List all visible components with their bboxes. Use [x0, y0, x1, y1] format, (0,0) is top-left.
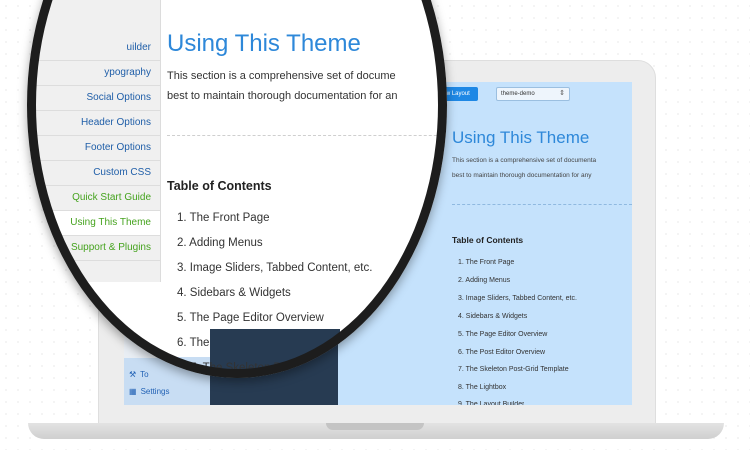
preview-toc-item[interactable]: 2. Adding Menus — [458, 277, 510, 284]
preview-toc-item[interactable]: 8. The Lightbox — [458, 384, 506, 391]
preview-toc-item[interactable]: 6. The Post Editor Overview — [458, 349, 545, 356]
chevron-updown-icon: ⇕ — [559, 90, 565, 97]
preview-toc-item[interactable]: 7. The Skeleton Post-Grid Template — [458, 366, 569, 373]
preview-page-title: Using This Theme — [452, 128, 590, 147]
tools-icon: ⚒ — [127, 365, 135, 374]
preview-intro-line-1: This section is a comprehensive set of d… — [452, 157, 597, 164]
laptop-notch — [326, 423, 424, 430]
preview-toc-item[interactable]: 9. The Layout Builder — [458, 401, 524, 405]
settings-icon: ▦ — [129, 387, 137, 396]
preview-toc-item[interactable]: 5. The Page Editor Overview — [458, 331, 547, 338]
sidebar-link-settings[interactable]: ▦ Settings — [129, 387, 169, 396]
preview-divider — [452, 204, 632, 205]
layout-select-value: theme-demo — [501, 91, 535, 97]
preview-toc-item[interactable]: 1. The Front Page — [458, 259, 514, 266]
preview-toc-heading: Table of Contents — [452, 235, 524, 245]
preview-toc-item[interactable]: 4. Sidebars & Widgets — [458, 313, 527, 320]
preview-toc-item[interactable]: 3. Image Sliders, Tabbed Content, etc. — [458, 295, 577, 302]
layout-select[interactable]: theme-demo ⇕ — [496, 87, 570, 101]
preview-intro-line-2: best to maintain thorough documentation … — [452, 172, 592, 179]
magnified-tools-link[interactable]: ⚒ To — [127, 365, 145, 374]
